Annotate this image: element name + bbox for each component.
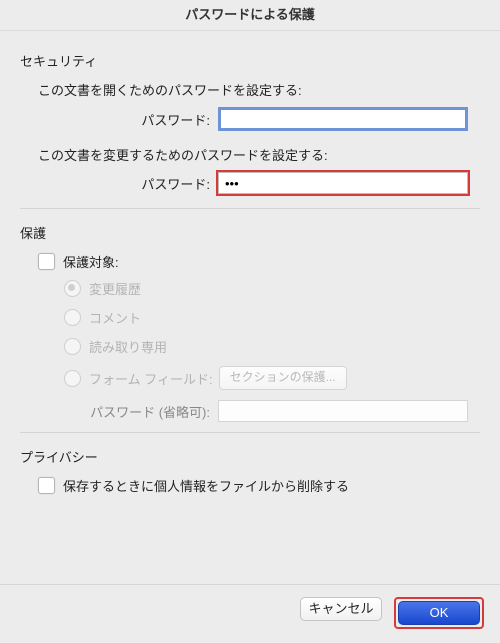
protect-sections-button: セクションの保護... xyxy=(219,366,347,390)
remove-personal-checkbox[interactable] xyxy=(38,477,55,494)
ok-button[interactable]: OK xyxy=(398,601,480,625)
radio-tracked-changes-label: 変更履歴 xyxy=(89,279,141,298)
protect-heading: 保護 xyxy=(20,223,480,242)
protect-target-label: 保護対象: xyxy=(63,252,119,271)
radio-tracked-changes-input xyxy=(64,280,81,297)
dialog-body: セキュリティ この文書を開くためのパスワードを設定する: パスワード: この文書… xyxy=(0,31,500,584)
radio-read-only-label: 読み取り専用 xyxy=(89,337,167,356)
open-password-prompt: この文書を開くためのパスワードを設定する: xyxy=(38,80,480,99)
protect-target-row: 保護対象: xyxy=(38,252,480,271)
modify-password-prompt: この文書を変更するためのパスワードを設定する: xyxy=(38,145,480,164)
dialog-footer: キャンセル OK xyxy=(0,584,500,643)
radio-form-fields-label: フォーム フィールド: xyxy=(89,369,213,388)
security-heading: セキュリティ xyxy=(20,51,480,70)
open-password-label: パスワード: xyxy=(20,110,218,129)
radio-comments-input xyxy=(64,309,81,326)
remove-personal-label: 保存するときに個人情報をファイルから削除する xyxy=(63,476,349,495)
radio-read-only-input xyxy=(64,338,81,355)
privacy-heading: プライバシー xyxy=(20,447,480,466)
radio-read-only: 読み取り専用 xyxy=(64,337,480,356)
radio-form-fields-input xyxy=(64,370,81,387)
password-protection-dialog: パスワードによる保護 セキュリティ この文書を開くためのパスワードを設定する: … xyxy=(0,0,500,643)
radio-comments-label: コメント xyxy=(89,308,141,327)
modify-password-row: パスワード: xyxy=(20,172,480,194)
optional-password-label: パスワード (省略可): xyxy=(20,402,218,421)
radio-comments: コメント xyxy=(64,308,480,327)
modify-password-label: パスワード: xyxy=(20,174,218,193)
protect-target-checkbox[interactable] xyxy=(38,253,55,270)
optional-password-input xyxy=(218,400,468,422)
open-password-row: パスワード: xyxy=(20,107,480,131)
section-separator-2 xyxy=(20,432,480,433)
remove-personal-row: 保存するときに個人情報をファイルから削除する xyxy=(38,476,480,495)
protect-options-list: 変更履歴 コメント 読み取り専用 フォーム フィールド: セクションの保護... xyxy=(64,279,480,390)
section-separator xyxy=(20,208,480,209)
dialog-title: パスワードによる保護 xyxy=(0,0,500,31)
optional-password-row: パスワード (省略可): xyxy=(20,400,480,422)
open-password-input[interactable] xyxy=(218,107,468,131)
cancel-button[interactable]: キャンセル xyxy=(300,597,382,621)
ok-button-highlight: OK xyxy=(394,597,484,629)
radio-tracked-changes: 変更履歴 xyxy=(64,279,480,298)
radio-form-fields: フォーム フィールド: セクションの保護... xyxy=(64,366,480,390)
modify-password-input[interactable] xyxy=(218,172,468,194)
